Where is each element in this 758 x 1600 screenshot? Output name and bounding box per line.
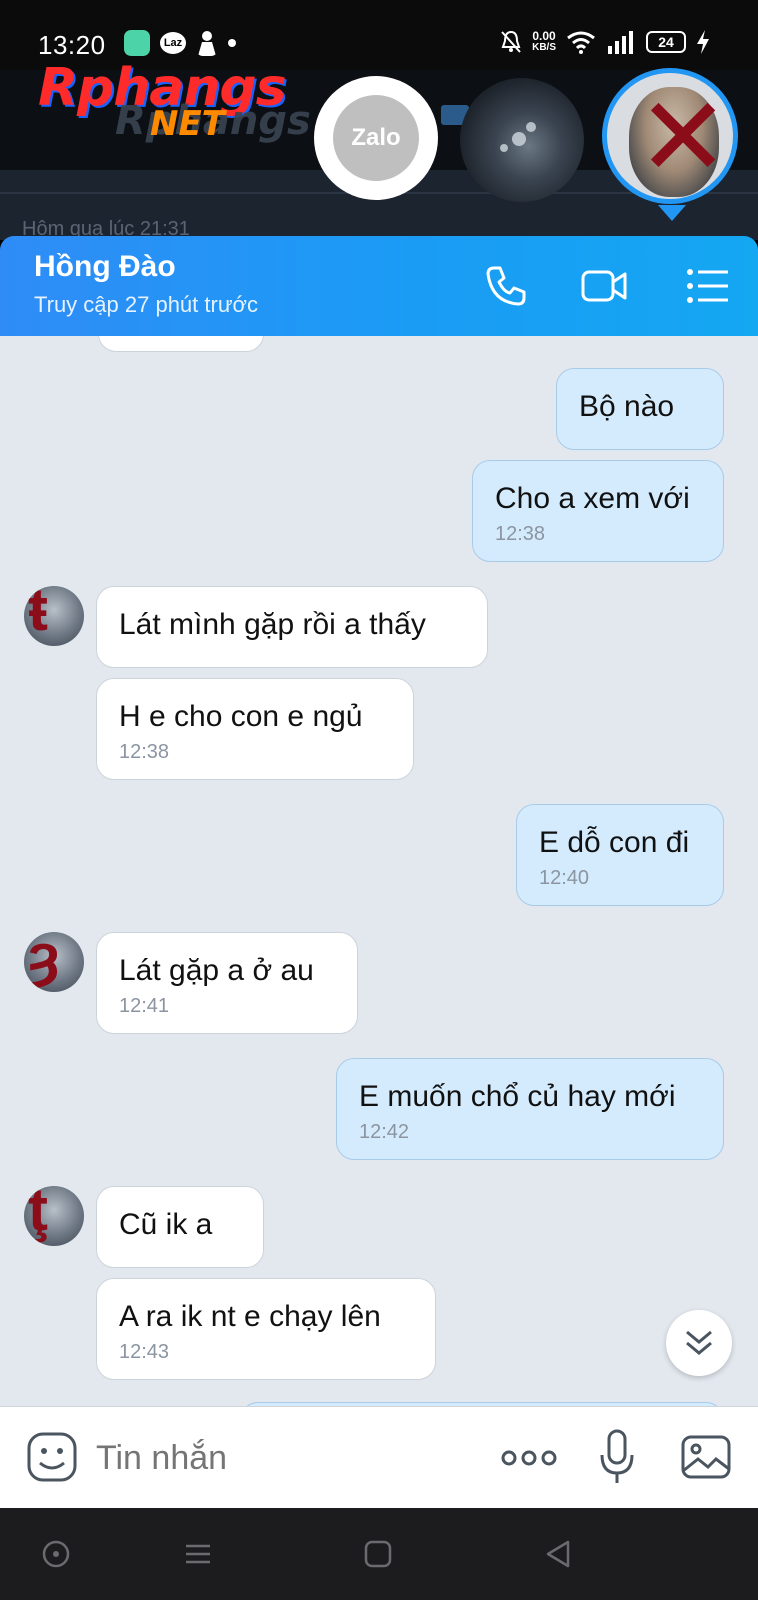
message-bubble-outgoing[interactable]: Cho a xem với 12:38 — [472, 460, 724, 562]
message-text: E muốn chổ củ hay mới — [359, 1080, 676, 1113]
last-seen-status: Truy cập 27 phút trước — [34, 292, 258, 317]
system-navigation-bar — [0, 1508, 758, 1600]
message-composer — [0, 1406, 758, 1508]
message-text: H e cho con e ngủ — [119, 700, 363, 733]
mute-bell-icon — [501, 30, 521, 53]
message-text: Lát mình gặp rồi a thấy — [119, 608, 426, 641]
chat-header: Hồng Đào Truy cập 27 phút trước — [0, 236, 758, 336]
status-time: 13:20 — [38, 30, 106, 60]
message-text: Bộ nào — [579, 390, 675, 423]
recent-apps-icon[interactable] — [182, 1538, 214, 1570]
person-notification-icon — [198, 31, 216, 56]
watermark-suffix-text: NET — [150, 104, 225, 144]
message-input[interactable] — [96, 1433, 476, 1483]
message-bubble-incoming[interactable]: A ra ik nt e chạy lên 12:43 — [96, 1278, 436, 1380]
back-button-icon[interactable] — [542, 1538, 574, 1570]
contact-avatar[interactable]: ŧ — [24, 586, 84, 646]
video-camera-icon[interactable] — [580, 262, 628, 310]
battery-level: 24 — [646, 31, 686, 53]
app-notification-icon — [124, 30, 150, 56]
message-bubble-incoming[interactable]: Lát mình gặp rồi a thấy — [96, 586, 488, 668]
redaction-mark: ✕ — [637, 76, 730, 199]
charging-icon — [697, 30, 709, 54]
message-bubble-incoming[interactable]: H e cho con e ngủ 12:38 — [96, 678, 414, 780]
system-status-icons: 0.00 KB/S 24 — [500, 30, 710, 54]
contact-avatar[interactable]: ȝ — [24, 932, 84, 992]
chat-bubble-head-active[interactable]: ✕ — [602, 68, 738, 204]
message-bubble-outgoing[interactable]: E muốn chổ củ hay mới 12:42 — [336, 1058, 724, 1160]
network-speed: 0.00 KB/S — [532, 30, 556, 54]
message-time: 12:42 — [359, 1121, 410, 1143]
lazada-notification-icon: Laz — [160, 32, 186, 54]
zalo-bubble-head[interactable]: Zalo — [314, 76, 438, 200]
assistant-circle-icon[interactable] — [40, 1538, 72, 1570]
double-chevron-down-icon — [686, 1330, 712, 1355]
redaction-mark: ȝ — [28, 932, 60, 989]
message-time: 12:40 — [539, 867, 590, 889]
image-gallery-icon[interactable] — [680, 1431, 732, 1483]
redaction-mark: ŧ — [28, 586, 48, 643]
active-bubble-pointer — [658, 205, 686, 221]
message-text: A ra ik nt e chạy lên — [119, 1300, 381, 1333]
list-menu-icon[interactable] — [684, 262, 732, 310]
sticker-face-icon[interactable] — [26, 1431, 78, 1483]
phone-icon[interactable] — [482, 262, 530, 310]
message-bubble-incoming[interactable]: Lát gặp a ở au 12:41 — [96, 932, 358, 1034]
microphone-icon[interactable] — [598, 1427, 636, 1487]
chat-bubble-head-flower[interactable] — [460, 78, 584, 202]
notification-icons: Laz — [124, 30, 236, 56]
scroll-to-bottom-button[interactable] — [666, 1310, 732, 1376]
more-dots-icon[interactable] — [500, 1443, 558, 1473]
more-notifications-dot-icon — [228, 39, 236, 47]
home-button-icon[interactable] — [362, 1538, 394, 1570]
message-time: 12:38 — [119, 741, 170, 763]
flower-image — [500, 144, 508, 152]
message-bubble-partial — [98, 336, 264, 352]
flower-image — [526, 122, 536, 132]
wifi-icon — [567, 31, 595, 54]
message-time: 12:43 — [119, 1341, 170, 1363]
message-bubble-outgoing[interactable]: Bộ nào — [556, 368, 724, 450]
network-speed-value: 0.00 — [532, 29, 556, 43]
message-bubble-incoming[interactable]: Cũ ik a — [96, 1186, 264, 1268]
message-text: Lát gặp a ở au — [119, 954, 314, 987]
contact-name[interactable]: Hồng Đào — [34, 250, 176, 284]
watermark-suffix: NET — [150, 104, 225, 144]
message-time: 12:38 — [495, 523, 546, 545]
signal-icon — [608, 31, 633, 54]
message-text: Cho a xem với — [495, 482, 690, 515]
message-text: Cũ ik a — [119, 1208, 213, 1241]
message-text: E dỗ con đi — [539, 826, 690, 859]
contact-avatar[interactable]: ţ — [24, 1186, 84, 1246]
message-time: 12:41 — [119, 995, 170, 1017]
message-bubble-outgoing[interactable]: E dỗ con đi 12:40 — [516, 804, 724, 906]
flower-image — [512, 132, 526, 146]
message-list[interactable]: Bộ nào Cho a xem với 12:38 ŧ Lát mình gặ… — [0, 336, 758, 1406]
redaction-mark: ţ — [28, 1186, 48, 1243]
zalo-logo: Zalo — [333, 95, 419, 181]
network-speed-unit: KB/S — [532, 42, 556, 53]
